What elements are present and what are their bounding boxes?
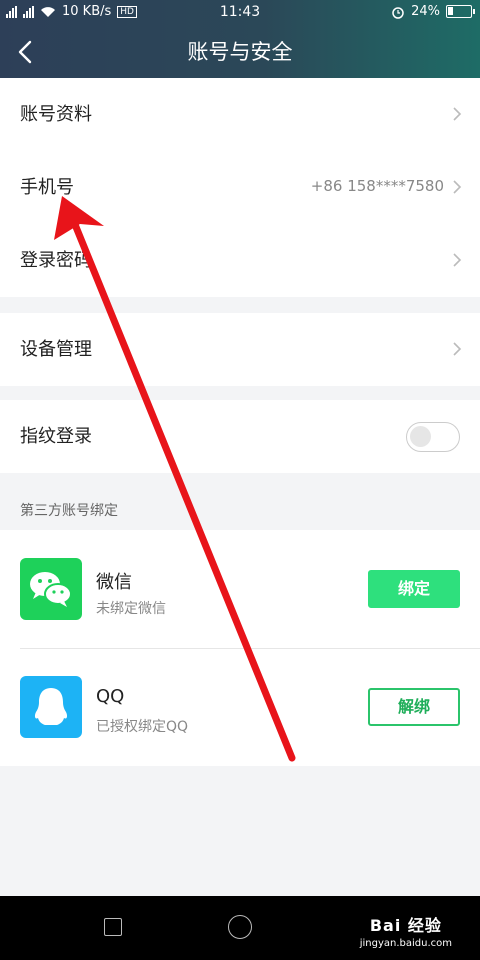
unbind-qq-button[interactable]: 解绑 bbox=[368, 688, 460, 726]
battery-percent: 24% bbox=[411, 4, 440, 19]
toggle-knob bbox=[410, 426, 431, 447]
status-right: 24% bbox=[391, 4, 475, 19]
row-label: 账号资料 bbox=[20, 104, 92, 125]
alarm-icon bbox=[392, 6, 404, 19]
chevron-right-icon bbox=[453, 180, 462, 194]
bind-status: 已授权绑定QQ bbox=[96, 719, 189, 735]
row-phone-number[interactable]: 手机号 +86 158****7580 bbox=[0, 151, 480, 224]
watermark-url: jingyan.baidu.com bbox=[359, 938, 452, 949]
row-device-management[interactable]: 设备管理 bbox=[0, 313, 480, 386]
recent-apps-button[interactable] bbox=[104, 918, 122, 936]
page-title: 账号与安全 bbox=[187, 40, 293, 64]
row-label: 设备管理 bbox=[20, 339, 92, 360]
battery-icon bbox=[446, 5, 475, 18]
row-login-password[interactable]: 登录密码 bbox=[0, 224, 480, 297]
baidu-watermark: Bai 经验 jingyan.baidu.com bbox=[360, 912, 452, 949]
device-section: 设备管理 bbox=[0, 313, 480, 386]
row-account-profile[interactable]: 账号资料 bbox=[0, 78, 480, 151]
bind-wechat-button[interactable]: 绑定 bbox=[368, 570, 460, 608]
home-button[interactable] bbox=[228, 915, 252, 939]
bind-row-qq: QQ 已授权绑定QQ 解绑 bbox=[0, 648, 480, 766]
chevron-right-icon bbox=[453, 342, 462, 356]
bind-row-wechat: 微信 未绑定微信 绑定 bbox=[0, 530, 480, 648]
bind-name: 微信 bbox=[96, 572, 132, 593]
bind-name: QQ bbox=[96, 686, 125, 707]
status-bar: 10 KB/s HD 11:43 24% bbox=[0, 0, 480, 26]
phone-number-value: +86 158****7580 bbox=[310, 177, 444, 195]
chevron-right-icon bbox=[453, 253, 462, 267]
row-fingerprint-login: 指纹登录 bbox=[0, 400, 480, 473]
app-header: 10 KB/s HD 11:43 24% 账号与安全 bbox=[0, 0, 480, 78]
battery-fill bbox=[448, 7, 453, 15]
chevron-right-icon bbox=[453, 107, 462, 121]
bind-status: 未绑定微信 bbox=[96, 601, 166, 617]
account-section: 账号资料 手机号 +86 158****7580 登录密码 bbox=[0, 78, 480, 297]
third-party-section: 微信 未绑定微信 绑定 QQ 已授权绑定QQ 解绑 bbox=[0, 530, 480, 766]
fingerprint-toggle[interactable] bbox=[406, 422, 460, 452]
fingerprint-section: 指纹登录 bbox=[0, 400, 480, 473]
wechat-icon bbox=[20, 558, 82, 620]
row-label: 登录密码 bbox=[20, 250, 92, 271]
third-party-caption: 第三方账号绑定 bbox=[20, 503, 118, 519]
row-label: 指纹登录 bbox=[20, 426, 92, 447]
row-label: 手机号 bbox=[20, 177, 74, 198]
watermark-brand: Bai 经验 bbox=[369, 916, 442, 935]
qq-icon bbox=[20, 676, 82, 738]
